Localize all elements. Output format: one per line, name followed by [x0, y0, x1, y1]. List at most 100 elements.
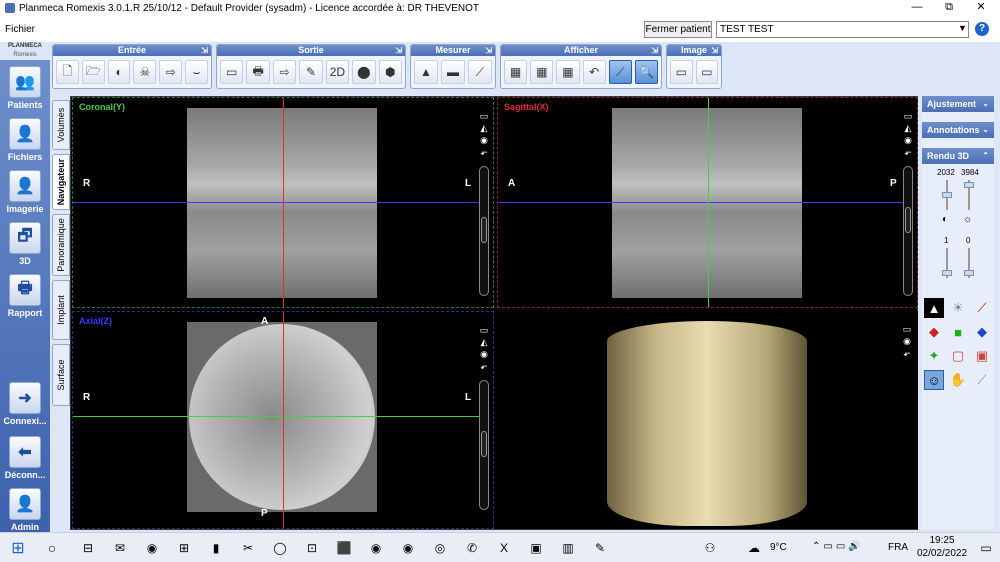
toolbar-tool-icon[interactable]: ⟋	[468, 60, 492, 84]
ajustement-header[interactable]: Ajustement ⌄	[922, 96, 994, 112]
sidebar-item-5[interactable]: ➜ Connexi...	[0, 382, 50, 426]
rotate-icon[interactable]: ⬐	[478, 360, 490, 372]
sidebar-item-2[interactable]: 👤 Imagerie	[0, 170, 50, 214]
toolbar-tool-icon[interactable]: ▲	[414, 60, 438, 84]
people-icon[interactable]: ⚇	[700, 538, 720, 558]
taskbar-app-icon[interactable]: X	[494, 538, 514, 558]
sidebar-item-4[interactable]: 🖶 Rapport	[0, 274, 50, 318]
window-slider-knob[interactable]	[942, 192, 952, 198]
scalpel-icon[interactable]: ⟋	[972, 370, 992, 390]
search-icon[interactable]: ○	[42, 538, 62, 558]
notification-icon[interactable]: ▭	[976, 538, 996, 558]
toolbar-tool-icon[interactable]: ▦	[530, 60, 554, 84]
toolbar-tool-icon[interactable]: ▦	[504, 60, 528, 84]
expand-icon[interactable]: ⇲	[485, 45, 492, 56]
sidebar-item-3[interactable]: 🗗 3D	[0, 222, 50, 266]
toolbar-tool-icon[interactable]: ✎	[299, 60, 323, 84]
taskbar-app-icon[interactable]: ◯	[270, 538, 290, 558]
toolbar-tool-icon[interactable]: ⇨	[159, 60, 183, 84]
slice-scrollbar[interactable]	[479, 380, 489, 510]
tab-volumes[interactable]: Volumes	[52, 100, 70, 150]
light-icon[interactable]: ☀	[948, 298, 968, 318]
toolbar-tool-icon[interactable]: ▭	[670, 60, 693, 84]
frame-icon[interactable]: ▭	[478, 110, 490, 122]
contrast-icon[interactable]: ◭	[902, 122, 914, 134]
level-slider-knob[interactable]	[964, 182, 974, 188]
taskbar-app-icon[interactable]: ◉	[366, 538, 386, 558]
taskbar-app-icon[interactable]: ⊡	[302, 538, 322, 558]
start-icon[interactable]: ⊞	[8, 538, 28, 558]
taskbar-app-icon[interactable]: ⬛	[334, 538, 354, 558]
weather-text[interactable]: 9°C	[770, 542, 787, 553]
render-3d-header[interactable]: Rendu 3D ⌃	[922, 148, 994, 164]
taskbar-app-icon[interactable]: ✆	[462, 538, 482, 558]
sidebar-item-1[interactable]: 👤 Fichiers	[0, 118, 50, 162]
slice-scroll-thumb[interactable]	[481, 431, 487, 457]
contrast-icon[interactable]: ◭	[478, 336, 490, 348]
toolbar-tool-icon[interactable]: ◐	[107, 60, 131, 84]
toolbar-tool-icon[interactable]: ☠	[133, 60, 157, 84]
toolbar-tool-icon[interactable]: 🗁	[81, 60, 105, 84]
toolbar-tool-icon[interactable]: ⟋	[608, 60, 632, 84]
expand-icon[interactable]: ⇲	[201, 45, 208, 56]
menu-file[interactable]: Fichier	[5, 24, 35, 35]
taskbar-app-icon[interactable]: ◉	[142, 538, 162, 558]
axial-crosshair[interactable]	[73, 202, 483, 203]
expand-icon[interactable]: ⇲	[651, 45, 658, 56]
frame-icon[interactable]: ▭	[478, 324, 490, 336]
toolbar-tool-icon[interactable]: 🔍	[634, 60, 659, 84]
close-patient-button[interactable]: Fermer patient	[644, 21, 712, 38]
expand-icon[interactable]: ⇲	[711, 45, 718, 56]
rotate-icon[interactable]: ⬐	[901, 347, 913, 359]
contrast-icon[interactable]: ◭	[478, 122, 490, 134]
system-tray-icons[interactable]: ⌃▭▭🔊	[812, 541, 864, 552]
plane-red-icon[interactable]: ◆	[924, 322, 944, 342]
patient-select[interactable]: TEST TEST	[716, 21, 969, 38]
clock-date[interactable]: 02/02/2022	[916, 548, 968, 559]
camera-icon[interactable]: ◉	[478, 348, 490, 360]
camera-icon[interactable]: ◉	[901, 335, 913, 347]
cube-icon[interactable]: ▣	[972, 346, 992, 366]
plane-green-icon[interactable]: ■	[948, 322, 968, 342]
taskbar-app-icon[interactable]: ⊟	[78, 538, 98, 558]
taskbar-app-icon[interactable]: ▥	[558, 538, 578, 558]
taskbar-app-icon[interactable]: ✂	[238, 538, 258, 558]
sagittal-crosshair[interactable]	[283, 312, 284, 528]
taskbar-app-icon[interactable]: ✉	[110, 538, 130, 558]
sidebar-item-7[interactable]: 👤 Admin	[0, 488, 50, 532]
toolbar-tool-icon[interactable]: ▭	[220, 60, 244, 84]
minimize-button[interactable]: —	[902, 0, 932, 16]
rotate-icon[interactable]: ⬐	[478, 146, 490, 158]
taskbar-app-icon[interactable]: ⊞	[174, 538, 194, 558]
annotations-header[interactable]: Annotations ⌄	[922, 122, 994, 138]
camera-icon[interactable]: ◉	[902, 134, 914, 146]
sidebar-item-6[interactable]: ⬅ Déconn...	[0, 436, 50, 480]
hand-icon[interactable]: ✋	[948, 370, 968, 390]
coronal-crosshair[interactable]	[73, 416, 483, 417]
expand-icon[interactable]: ⇲	[395, 45, 402, 56]
sidebar-item-0[interactable]: 👥 Patients	[0, 66, 50, 110]
coronal-crosshair[interactable]	[708, 98, 709, 307]
toolbar-tool-icon[interactable]: ⇨	[272, 60, 297, 84]
planes-all-icon[interactable]: ✦	[924, 346, 944, 366]
axial-crosshair[interactable]	[498, 202, 908, 203]
toolbar-tool-icon[interactable]: ▬	[441, 60, 465, 84]
sagittal-view[interactable]: Sagittal(X) A P ▭ ◭ ◉ ⬐	[497, 97, 918, 308]
taskbar-app-icon[interactable]: ▣	[526, 538, 546, 558]
plane-blue-icon[interactable]: ◆	[972, 322, 992, 342]
toolbar-tool-icon[interactable]: ▦	[556, 60, 580, 84]
taskbar-app-icon[interactable]: ◉	[398, 538, 418, 558]
close-button[interactable]: ✕	[966, 0, 996, 16]
axial-view[interactable]: Axial(Z) R L A P ▭ ◭ ◉ ⬐	[72, 311, 494, 529]
tab-navigateur[interactable]: Navigateur	[52, 154, 70, 210]
rotate-icon[interactable]: ⬐	[902, 146, 914, 158]
toolbar-tool-icon[interactable]: ⌣	[185, 60, 208, 84]
threshold-slider-knob[interactable]	[964, 270, 974, 276]
maximize-button[interactable]: ⧉	[934, 0, 964, 16]
toolbar-tool-icon[interactable]: ⬢	[378, 60, 402, 84]
taskbar-app-icon[interactable]: ▮	[206, 538, 226, 558]
toolbar-tool-icon[interactable]: ↶	[582, 60, 606, 84]
render-mode-button[interactable]: ▲	[924, 298, 944, 318]
taskbar-app-icon[interactable]: ◎	[430, 538, 450, 558]
clock-time[interactable]: 19:25	[922, 535, 962, 546]
